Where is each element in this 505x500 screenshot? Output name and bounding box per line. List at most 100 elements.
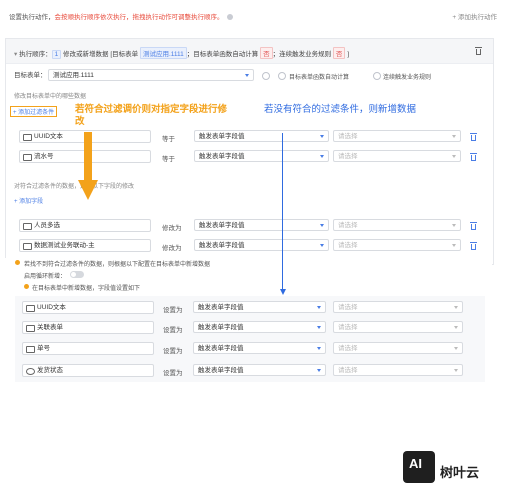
panel-header[interactable]: ▾ 执行顺序： 1 修改或新增数据 [目标表单 测试应用.1111 ；目标表单函数自… — [6, 39, 493, 64]
delete-update-icon[interactable] — [470, 222, 477, 230]
delete-action-icon[interactable] — [475, 47, 482, 55]
auto-calc-checkbox[interactable] — [278, 72, 286, 80]
continuous-rule-checkbox[interactable] — [373, 72, 381, 80]
auto-calc-radio[interactable] — [262, 72, 270, 80]
hint-red: 会按顺执行顺序依次执行，拖拽执行动作可调整执行顺序。 — [54, 14, 224, 21]
update-value-select[interactable]: 触发表单字段值 — [194, 219, 329, 231]
chevron-down-icon — [454, 369, 458, 372]
delete-update-icon[interactable] — [470, 242, 477, 250]
filter-target-text: 请选择 — [338, 133, 358, 140]
target-form-select[interactable]: 测试应用.1111 — [48, 69, 254, 81]
insert-hint: 在目标表单中新增数据，字段值设置如下 — [32, 286, 141, 292]
auto-calc-label: 目标表单函数自动计算 — [289, 75, 350, 81]
top-bar: 设置执行动作，会按顺执行顺序依次执行，拖拽执行动作可调整执行顺序。 + 添加执行… — [0, 0, 505, 30]
status-icon — [26, 368, 35, 375]
insert-target-text: 请选择 — [338, 345, 358, 352]
insert-field-order-no[interactable]: 单号 — [22, 342, 154, 355]
loop-toggle[interactable] — [70, 271, 84, 278]
insert-field-shipping[interactable]: 发货状态 — [22, 364, 154, 377]
target-form-value: 测试应用.1111 — [53, 72, 94, 79]
filter-operator: 等于 — [162, 136, 175, 143]
target-badge: 测试应用.1111 — [139, 47, 187, 59]
target-label: [目标表单 — [110, 51, 139, 58]
insert-target-select[interactable]: 请选择 — [333, 321, 463, 333]
delete-filter-icon[interactable] — [470, 133, 477, 141]
insert-field-label: UUID文本 — [37, 304, 66, 311]
insert-value-select[interactable]: 触发表单字段值 — [193, 364, 326, 376]
update-target-select[interactable]: 请选择 — [333, 219, 461, 231]
update-operator: 修改为 — [162, 225, 182, 232]
link-icon — [23, 243, 32, 250]
continuous-rule-label: 连续触发业务规则 — [383, 75, 432, 81]
form-link-icon — [26, 325, 35, 332]
serial-field-icon — [23, 154, 32, 161]
help-icon[interactable] — [226, 14, 233, 21]
blue-annotation: 若没有符合的过滤条件，则新增数据 — [264, 104, 417, 115]
insert-operator: 设置为 — [163, 307, 183, 314]
add-action-button[interactable]: + 添加执行动作 — [452, 11, 497, 21]
warning-icon — [15, 260, 20, 265]
update-field-linked[interactable]: 数据测试业务联动-主 — [19, 239, 151, 252]
modify-hint: 修改目标表单中的哪些数据 — [14, 94, 87, 100]
update-value-select[interactable]: 触发表单字段值 — [194, 239, 329, 251]
filter-value-select[interactable]: 触发表单字段值 — [194, 150, 329, 162]
update-operator: 修改为 — [162, 245, 182, 252]
delete-filter-icon[interactable] — [470, 153, 477, 161]
insert-target-select[interactable]: 请选择 — [333, 364, 463, 376]
insert-target-select[interactable]: 请选择 — [333, 342, 463, 354]
filter-field-label: UUID文本 — [34, 133, 63, 140]
filter-value-select[interactable]: 触发表单字段值 — [194, 130, 329, 142]
update-field-label: 人员多选 — [34, 222, 60, 229]
chevron-down-icon — [452, 155, 456, 158]
insert-field-related[interactable]: 关联表单 — [22, 321, 154, 334]
filter-target-select[interactable]: 请选择 — [333, 150, 461, 162]
blue-arrow-line — [282, 133, 283, 290]
update-field-people[interactable]: 人员多选 — [19, 219, 151, 232]
text-field-icon — [23, 134, 32, 141]
chevron-down-icon — [454, 347, 458, 350]
filter-target-select[interactable]: 请选择 — [333, 130, 461, 142]
end-bracket: ] — [347, 51, 350, 58]
hint-prefix: 设置执行动作， — [9, 14, 55, 21]
filter-value-text: 触发表单字段值 — [199, 153, 245, 160]
chevron-down-icon — [317, 306, 321, 309]
chevron-down-icon — [320, 224, 324, 227]
insert-operator: 设置为 — [163, 348, 183, 355]
insert-field-label: 发货状态 — [37, 367, 63, 374]
insert-field-label: 关联表单 — [37, 324, 63, 331]
target-form-label: 目标表单： — [14, 72, 47, 79]
chevron-down-icon — [317, 326, 321, 329]
exec-order-label: 执行顺序： — [19, 51, 52, 58]
insert-operator: 设置为 — [163, 327, 183, 334]
brand-name: 树叶云 — [440, 465, 480, 480]
insert-field-uuid[interactable]: UUID文本 — [22, 301, 154, 314]
insert-target-select[interactable]: 请选择 — [333, 301, 463, 313]
insert-operator: 设置为 — [163, 370, 183, 377]
chevron-down-icon — [320, 155, 324, 158]
orange-arrow-icon — [78, 132, 98, 200]
update-value-text: 触发表单字段值 — [199, 222, 245, 229]
trigger-label: ；目标表单函数自动计算 — [186, 51, 259, 58]
warning-icon — [24, 284, 29, 289]
collapse-caret-icon[interactable]: ▾ — [14, 51, 17, 58]
update-target-select[interactable]: 请选择 — [333, 239, 461, 251]
chevron-down-icon — [245, 74, 249, 77]
add-field-button[interactable]: + 添加字段 — [14, 196, 43, 205]
insert-notice: 若找不到符合过滤条件的数据，则根据以下配置在目标表单中新增数据 — [24, 262, 211, 268]
chevron-down-icon — [454, 306, 458, 309]
action-hint: 设置执行动作，会按顺执行顺序依次执行，拖拽执行动作可调整执行顺序。 — [9, 11, 233, 21]
chevron-down-icon — [452, 135, 456, 138]
chevron-down-icon — [452, 224, 456, 227]
insert-value-select[interactable]: 触发表单字段值 — [193, 301, 326, 313]
loop-label: 启用循环新增： — [24, 274, 67, 280]
filter-target-text: 请选择 — [338, 153, 358, 160]
action-type-label: 修改或新增数据 — [63, 51, 109, 58]
add-filter-button[interactable]: + 添加过滤条件 — [10, 106, 58, 117]
insert-value-select[interactable]: 触发表单字段值 — [193, 321, 326, 333]
exec-order-badge: 1 — [51, 50, 62, 59]
insert-value-select[interactable]: 触发表单字段值 — [193, 342, 326, 354]
insert-field-label: 单号 — [37, 345, 50, 352]
insert-target-text: 请选择 — [338, 324, 358, 331]
trigger-badge: 否 — [260, 47, 273, 59]
chevron-down-icon — [317, 369, 321, 372]
